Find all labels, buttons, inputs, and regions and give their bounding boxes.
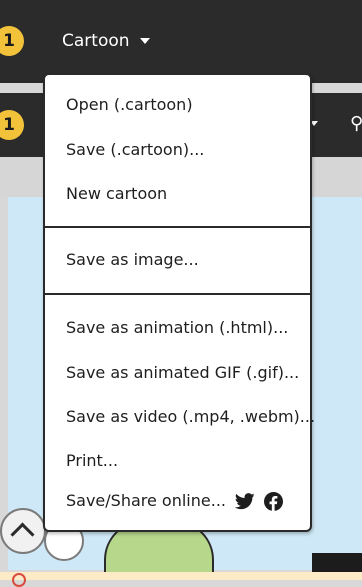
caret-down-icon bbox=[139, 38, 150, 44]
canvas-object bbox=[312, 553, 362, 573]
twitter-icon bbox=[235, 493, 255, 510]
step-badge-secondary: 1 bbox=[0, 110, 24, 140]
menu-item-share-online[interactable]: Save/Share online... bbox=[66, 486, 284, 516]
chevron-up-icon bbox=[10, 522, 35, 547]
menu-item-open-cartoon[interactable]: Open (.cartoon) bbox=[66, 90, 193, 120]
top-menu-bar: 1 Cartoon bbox=[0, 0, 362, 83]
menu-divider bbox=[45, 293, 310, 295]
cartoon-menu-button[interactable]: Cartoon bbox=[62, 28, 150, 54]
cartoon-dropdown-menu: Open (.cartoon) Save (.cartoon)... New c… bbox=[43, 73, 315, 532]
menu-item-save-as-gif[interactable]: Save as animated GIF (.gif)... bbox=[66, 358, 299, 388]
share-online-label: Save/Share online... bbox=[66, 491, 226, 510]
status-bar bbox=[0, 572, 362, 580]
menu-item-save-as-video[interactable]: Save as video (.mp4, .webm)... bbox=[66, 402, 315, 432]
menu-item-save-cartoon[interactable]: Save (.cartoon)... bbox=[66, 135, 204, 165]
search-icon[interactable]: ⚲ bbox=[350, 111, 362, 137]
menu-item-save-as-image[interactable]: Save as image... bbox=[66, 245, 199, 275]
facebook-icon bbox=[264, 492, 284, 511]
menu-divider bbox=[45, 226, 310, 228]
cartoon-menu-label: Cartoon bbox=[62, 31, 130, 51]
alert-icon bbox=[12, 573, 26, 587]
step-badge: 1 bbox=[0, 26, 24, 56]
scroll-up-button[interactable] bbox=[0, 508, 46, 554]
menu-item-save-as-animation[interactable]: Save as animation (.html)... bbox=[66, 313, 288, 343]
menu-item-new-cartoon[interactable]: New cartoon bbox=[66, 179, 167, 209]
menu-item-print[interactable]: Print... bbox=[66, 446, 118, 476]
